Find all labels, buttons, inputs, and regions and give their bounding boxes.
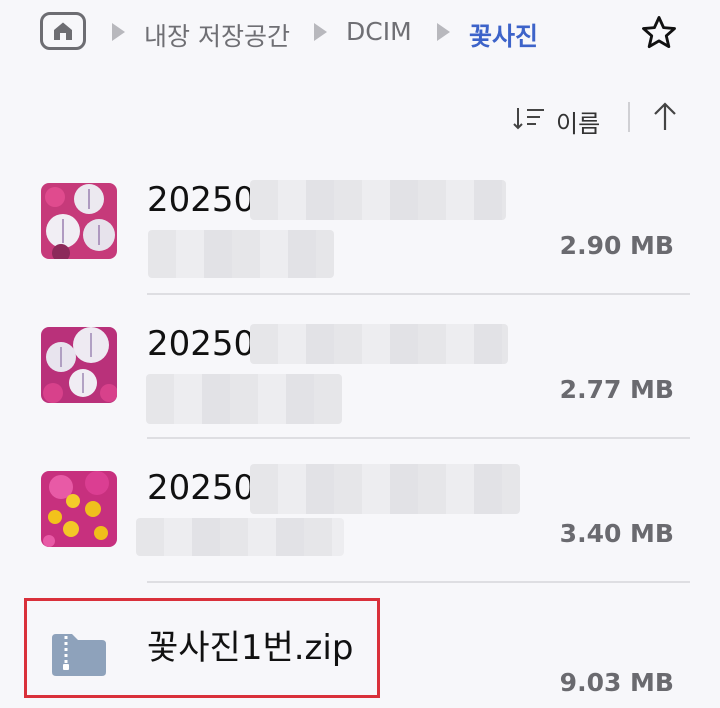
sort-by-name-button[interactable]: 이름: [556, 104, 600, 139]
home-icon: [54, 22, 72, 40]
redacted-text: [250, 180, 506, 220]
image-thumbnail: [41, 471, 117, 547]
chevron-right-icon: [314, 23, 327, 41]
breadcrumb: 내장 저장공간 DCIM 꽃사진: [0, 0, 720, 70]
breadcrumb-item-current[interactable]: 꽃사진: [469, 17, 538, 53]
list-item[interactable]: 20250 2.77 MB: [0, 294, 720, 439]
file-size: 3.40 MB: [559, 519, 674, 548]
list-item[interactable]: 20250 2.90 MB: [0, 150, 720, 295]
image-thumbnail: [41, 327, 117, 403]
divider: [628, 102, 630, 132]
home-button[interactable]: [40, 12, 86, 50]
file-name: 20250: [147, 324, 256, 364]
chevron-right-icon: [112, 23, 125, 41]
file-name: 20250: [147, 180, 256, 220]
breadcrumb-item-storage[interactable]: 내장 저장공간: [144, 17, 290, 53]
breadcrumb-item-dcim[interactable]: DCIM: [346, 17, 412, 46]
arrow-up-icon[interactable]: [652, 102, 678, 132]
redacted-text: [146, 374, 342, 424]
redacted-text: [250, 324, 508, 364]
chevron-right-icon: [437, 23, 450, 41]
file-size: 2.77 MB: [559, 375, 674, 404]
selection-highlight: [24, 598, 380, 698]
file-size: 9.03 MB: [559, 668, 674, 697]
star-icon[interactable]: [640, 14, 678, 52]
redacted-text: [250, 464, 520, 514]
list-item[interactable]: 20250 3.40 MB: [0, 438, 720, 583]
redacted-text: [136, 518, 344, 556]
image-thumbnail: [41, 183, 117, 259]
redacted-text: [148, 230, 334, 278]
sort-icon[interactable]: [512, 106, 546, 132]
file-size: 2.90 MB: [559, 231, 674, 260]
file-name: 20250: [147, 468, 256, 508]
